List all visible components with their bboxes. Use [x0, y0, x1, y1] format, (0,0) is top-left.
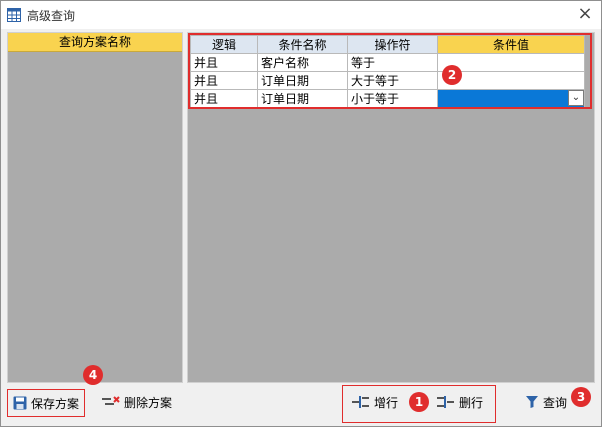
scheme-list-panel[interactable]: 查询方案名称 — [7, 32, 183, 383]
annotation-badge-4: 4 — [83, 365, 103, 385]
delete-scheme-icon — [102, 396, 120, 405]
delete-row-label: 删行 — [459, 395, 484, 410]
filter-icon — [526, 396, 538, 408]
save-scheme-label: 保存方案 — [31, 396, 80, 411]
delete-row-button[interactable]: 删行 — [437, 389, 483, 415]
annotation-badge-1: 1 — [409, 392, 429, 412]
delete-row-icon — [437, 396, 454, 408]
save-icon — [13, 396, 27, 410]
advanced-query-window: 高级查询 × 查询方案名称 逻辑 条件名称 操作符 条件值 并且 客户名称 等于 — [0, 0, 602, 427]
query-label: 查询 — [543, 395, 568, 410]
title-bar: 高级查询 × — [1, 1, 601, 29]
grid-annotation-box — [188, 33, 592, 109]
delete-scheme-label: 删除方案 — [124, 395, 173, 410]
close-icon[interactable]: × — [575, 4, 595, 24]
add-row-icon — [352, 396, 369, 408]
save-scheme-button[interactable]: 保存方案 — [7, 389, 86, 417]
delete-scheme-button[interactable]: 删除方案 — [102, 389, 172, 415]
add-row-button[interactable]: 增行 — [352, 389, 398, 415]
scheme-name-header: 查询方案名称 — [8, 33, 182, 52]
table-icon — [7, 8, 21, 22]
window-title: 高级查询 — [27, 9, 76, 23]
add-row-label: 增行 — [374, 395, 399, 410]
condition-grid-panel: 逻辑 条件名称 操作符 条件值 并且 客户名称 等于 并且 订单日期 大于等于 — [187, 32, 595, 383]
dialog-content: 查询方案名称 逻辑 条件名称 操作符 条件值 并且 客户名称 等于 并且 订单日… — [1, 29, 601, 426]
annotation-badge-3: 3 — [571, 387, 591, 407]
query-button[interactable]: 查询 — [525, 389, 567, 415]
annotation-badge-2: 2 — [442, 65, 462, 85]
